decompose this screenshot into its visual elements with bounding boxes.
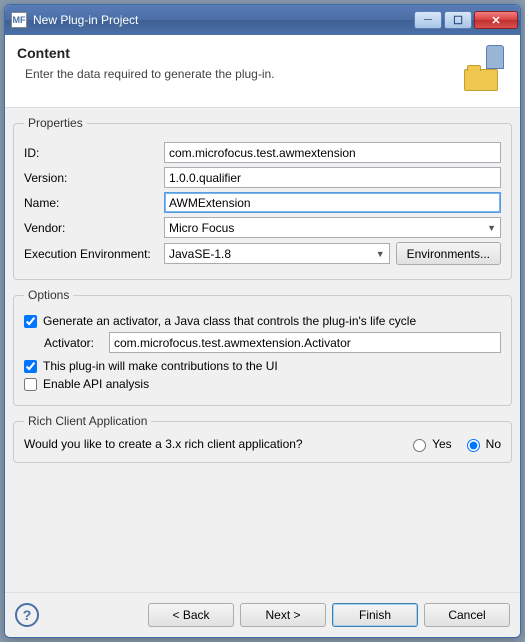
next-button[interactable]: Next > xyxy=(240,603,326,627)
generate-activator-label: Generate an activator, a Java class that… xyxy=(43,314,416,328)
rich-client-radio-group: Yes No xyxy=(408,436,501,452)
vendor-value: Micro Focus xyxy=(169,221,234,235)
vendor-label: Vendor: xyxy=(24,221,164,235)
finish-button[interactable]: Finish xyxy=(332,603,418,627)
properties-legend: Properties xyxy=(24,116,87,130)
wizard-header: Content Enter the data required to gener… xyxy=(5,35,520,107)
id-input[interactable] xyxy=(164,142,501,163)
cancel-button[interactable]: Cancel xyxy=(424,603,510,627)
options-group: Options Generate an activator, a Java cl… xyxy=(13,288,512,406)
options-legend: Options xyxy=(24,288,73,302)
env-label: Execution Environment: xyxy=(24,247,164,261)
help-icon[interactable]: ? xyxy=(15,603,39,627)
page-title: Content xyxy=(17,45,460,61)
titlebar[interactable]: MF New Plug-in Project ─ ☐ ✕ xyxy=(5,5,520,35)
chevron-down-icon: ▼ xyxy=(376,249,385,259)
plugin-icon xyxy=(460,45,508,93)
ui-contributions-checkbox[interactable] xyxy=(24,360,37,373)
env-value: JavaSE-1.8 xyxy=(169,247,231,261)
name-input[interactable] xyxy=(164,192,501,213)
window-controls: ─ ☐ ✕ xyxy=(414,11,518,29)
yes-radio-label[interactable]: Yes xyxy=(408,436,452,452)
api-analysis-label: Enable API analysis xyxy=(43,377,149,391)
ui-contributions-label: This plug-in will make contributions to … xyxy=(43,359,278,373)
window-title: New Plug-in Project xyxy=(33,13,414,27)
rich-client-group: Rich Client Application Would you like t… xyxy=(13,414,512,463)
activator-input[interactable] xyxy=(109,332,501,353)
rich-client-legend: Rich Client Application xyxy=(24,414,151,428)
app-icon: MF xyxy=(11,12,27,28)
maximize-button[interactable]: ☐ xyxy=(444,11,472,29)
back-button[interactable]: < Back xyxy=(148,603,234,627)
no-radio[interactable] xyxy=(467,439,480,452)
no-radio-label[interactable]: No xyxy=(462,436,501,452)
id-label: ID: xyxy=(24,146,164,160)
activator-label: Activator: xyxy=(44,336,109,350)
rich-client-question: Would you like to create a 3.x rich clie… xyxy=(24,437,408,451)
name-label: Name: xyxy=(24,196,164,210)
close-button[interactable]: ✕ xyxy=(474,11,518,29)
environments-button[interactable]: Environments... xyxy=(396,242,501,265)
chevron-down-icon: ▼ xyxy=(487,223,496,233)
dialog-window: MF New Plug-in Project ─ ☐ ✕ Content Ent… xyxy=(4,4,521,638)
wizard-content: Properties ID: Version: Name: Vendor: Mi… xyxy=(5,107,520,592)
page-subtitle: Enter the data required to generate the … xyxy=(25,67,460,81)
generate-activator-checkbox[interactable] xyxy=(24,315,37,328)
properties-group: Properties ID: Version: Name: Vendor: Mi… xyxy=(13,116,512,280)
minimize-button[interactable]: ─ xyxy=(414,11,442,29)
version-label: Version: xyxy=(24,171,164,185)
yes-radio[interactable] xyxy=(413,439,426,452)
api-analysis-checkbox[interactable] xyxy=(24,378,37,391)
version-input[interactable] xyxy=(164,167,501,188)
execution-environment-combo[interactable]: JavaSE-1.8 ▼ xyxy=(164,243,390,264)
wizard-footer: ? < Back Next > Finish Cancel xyxy=(5,592,520,637)
vendor-combo[interactable]: Micro Focus ▼ xyxy=(164,217,501,238)
